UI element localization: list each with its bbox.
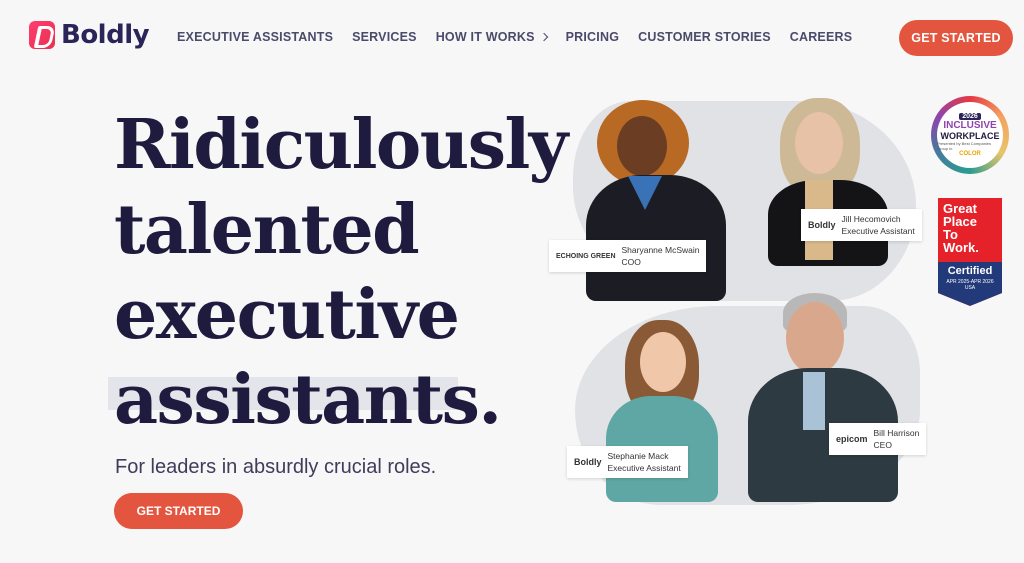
inclusive-workplace-badge: 2026 INCLUSIVE WORKPLACE Presented by Be… [931, 96, 1009, 174]
get-started-header-button[interactable]: GET STARTED [899, 20, 1013, 56]
nav-item-services[interactable]: SERVICES [352, 30, 417, 44]
nav-label: PRICING [565, 30, 620, 44]
brand-name: Boldly [61, 20, 150, 50]
badge-year: 2026 [959, 113, 981, 120]
hero-subtitle: For leaders in absurdly crucial roles. [115, 456, 437, 478]
company-logo: Boldly [574, 457, 602, 467]
person-card-stephanie: Boldly Stephanie Mack Executive Assistan… [567, 446, 688, 478]
hero-title-line: executive [114, 275, 460, 355]
nav-label: SERVICES [352, 30, 417, 44]
person-name: Bill Harrison [873, 428, 920, 438]
person-role: CEO [873, 440, 892, 450]
person-name: Stephanie Mack [607, 451, 669, 461]
person-card-jill: Boldly Jill Hecomovich Executive Assista… [801, 209, 922, 241]
nav-item-customer-stories[interactable]: CUSTOMER STORIES [638, 30, 771, 44]
badge-word: WORKPLACE [940, 131, 1000, 141]
hero-title: Ridiculously talented executive assistan… [114, 103, 568, 443]
person-card-bill: epicom Bill Harrison CEO [829, 423, 927, 455]
main-nav: EXECUTIVE ASSISTANTS SERVICES HOW IT WOR… [177, 30, 871, 44]
gptw-certified-band: Certified APR 2025-APR 2026 USA [938, 262, 1002, 306]
badge-word: INCLUSIVE [943, 120, 997, 131]
nav-label: HOW IT WORKS [435, 30, 535, 44]
person-role: Executive Assistant [607, 463, 681, 473]
nav-item-how-it-works[interactable]: HOW IT WORKS [435, 30, 548, 44]
nav-label: CUSTOMER STORIES [638, 30, 771, 44]
brand-logo[interactable]: Boldly [29, 20, 150, 50]
boldly-logo-icon [29, 21, 55, 49]
nav-item-executive-assistants[interactable]: EXECUTIVE ASSISTANTS [177, 30, 333, 44]
badge-color-word: COLOR [959, 151, 981, 157]
hero-title-line: assistants. [114, 360, 502, 440]
great-place-to-work-badge: Great Place To Work. Certified APR 2025-… [938, 198, 1002, 306]
gptw-certified: Certified [947, 265, 993, 277]
nav-label: EXECUTIVE ASSISTANTS [177, 30, 334, 44]
company-logo: epicom [836, 434, 868, 444]
person-role: COO [621, 257, 641, 267]
company-logo: ECHOING GREEN [556, 252, 616, 260]
person-card-sharyanne: ECHOING GREEN Sharyanne McSwain COO [549, 240, 707, 272]
nav-item-careers[interactable]: CAREERS [790, 30, 853, 44]
chevron-right-icon [539, 32, 548, 42]
hero-title-line: Ridiculously [114, 105, 568, 185]
get-started-hero-button[interactable]: GET STARTED [114, 493, 243, 529]
gptw-title-line: Work. [943, 240, 979, 255]
company-logo: Boldly [808, 220, 836, 230]
person-name: Jill Hecomovich [841, 214, 901, 224]
gptw-country: USA [964, 285, 976, 291]
badge-presenter: Presented by Best Companies Group in [937, 141, 992, 151]
nav-item-pricing[interactable]: PRICING [566, 30, 620, 44]
nav-label: CAREERS [789, 30, 853, 44]
site-header: Boldly EXECUTIVE ASSISTANTS SERVICES HOW… [0, 0, 1024, 76]
person-role: Executive Assistant [841, 226, 915, 236]
hero-title-line: talented [114, 190, 420, 270]
person-name: Sharyanne McSwain [621, 245, 700, 255]
